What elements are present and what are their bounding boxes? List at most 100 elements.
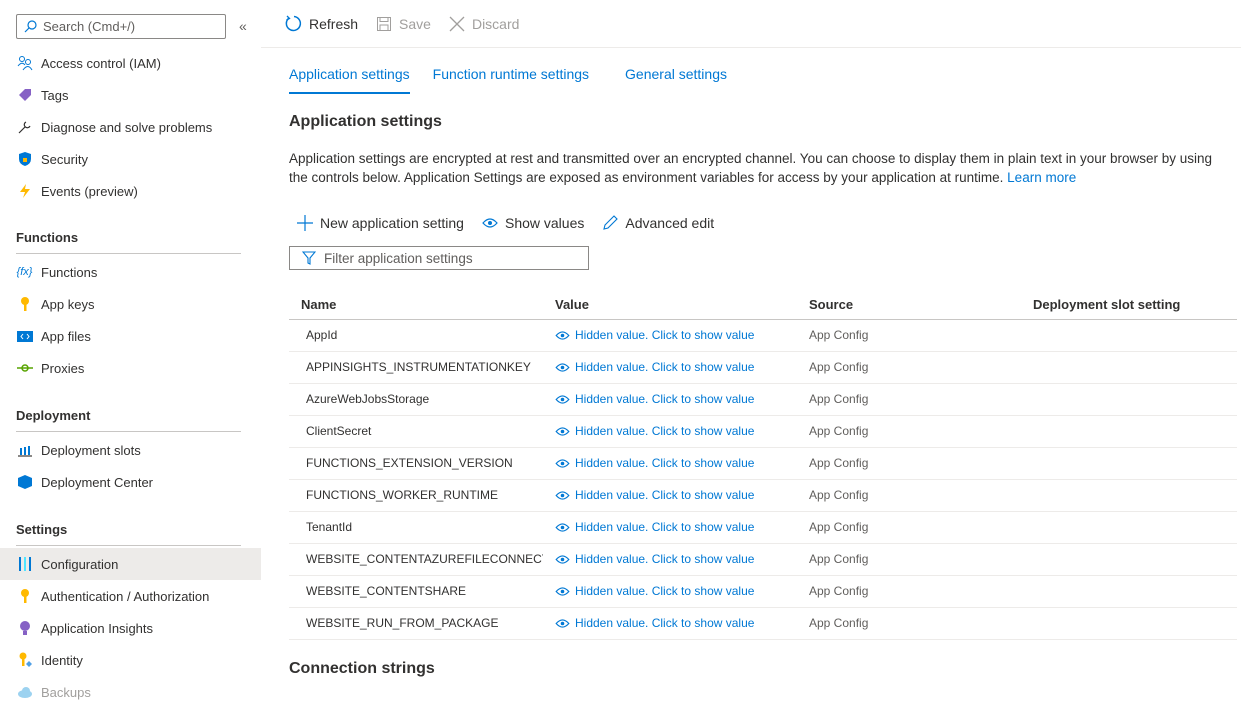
show-value-link[interactable]: Hidden value. Click to show value (555, 488, 797, 502)
table-row[interactable]: ClientSecret Hidden value. Click to show … (289, 415, 1237, 448)
hidden-value-text: Hidden value. Click to show value (575, 584, 755, 598)
setting-name[interactable]: AzureWebJobsStorage (289, 383, 543, 416)
table-row[interactable]: TenantId Hidden value. Click to show valu… (289, 511, 1237, 544)
sidebar-item-diagnose-and-solve-problems[interactable]: Diagnose and solve problems (0, 111, 261, 143)
advanced-edit-button[interactable]: Advanced edit (602, 215, 714, 231)
tab-list: Application settings Function runtime se… (289, 64, 750, 94)
sidebar-item-deployment-slots[interactable]: Deployment slots (0, 434, 261, 466)
table-row[interactable]: AppId Hidden value. Click to show value Ap… (289, 319, 1237, 352)
wrench-icon (16, 119, 33, 136)
show-value-link[interactable]: Hidden value. Click to show value (555, 456, 797, 470)
setting-name[interactable]: ClientSecret (289, 415, 543, 448)
sidebar-item-security[interactable]: Security (0, 143, 261, 175)
sidebar-item-label: Security (41, 151, 88, 167)
filter-input[interactable]: Filter application settings (289, 246, 589, 270)
description: Application settings are encrypted at re… (289, 149, 1219, 187)
setting-name[interactable]: TenantId (289, 511, 543, 544)
column-header-value[interactable]: Value (543, 290, 797, 320)
sidebar-item-events-preview[interactable]: Events (preview) (0, 175, 261, 207)
sidebar-item-tags[interactable]: Tags (0, 79, 261, 111)
setting-name[interactable]: APPINSIGHTS_INSTRUMENTATIONKEY (289, 351, 543, 384)
slot-setting (1021, 575, 1237, 608)
plus-icon (297, 215, 313, 231)
new-setting-button[interactable]: New application setting (297, 215, 464, 231)
sidebar-item-label: Deployment slots (41, 442, 141, 458)
sidebar-item-deployment-center[interactable]: Deployment Center (0, 466, 261, 498)
save-button[interactable]: Save (376, 16, 431, 32)
setting-name[interactable]: FUNCTIONS_EXTENSION_VERSION (289, 447, 543, 480)
setting-name[interactable]: WEBSITE_CONTENTSHARE (289, 575, 543, 608)
table-row[interactable]: WEBSITE_CONTENTSHARE Hidden value. Click … (289, 575, 1237, 608)
sidebar-item-identity[interactable]: Identity (0, 644, 261, 676)
setting-name[interactable]: WEBSITE_RUN_FROM_PACKAGE (289, 607, 543, 640)
setting-source: App Config (797, 447, 1021, 480)
sidebar-item-authentication-authorization[interactable]: Authentication / Authorization (0, 580, 261, 612)
table-row[interactable]: WEBSITE_RUN_FROM_PACKAGE Hidden value. Cl… (289, 607, 1237, 640)
collapse-sidebar-icon[interactable]: « (239, 18, 247, 34)
hidden-value-text: Hidden value. Click to show value (575, 424, 755, 438)
setting-source: App Config (797, 511, 1021, 544)
command-bar: Refresh Save Discard (261, 0, 1241, 48)
show-value-link[interactable]: Hidden value. Click to show value (555, 424, 797, 438)
hidden-value-text: Hidden value. Click to show value (575, 552, 755, 566)
sidebar-item-configuration[interactable]: Configuration (0, 548, 261, 580)
show-value-link[interactable]: Hidden value. Click to show value (555, 392, 797, 406)
refresh-button[interactable]: Refresh (285, 15, 358, 32)
filter-placeholder: Filter application settings (324, 250, 473, 266)
refresh-icon (285, 15, 302, 32)
setting-source: App Config (797, 415, 1021, 448)
setting-name[interactable]: FUNCTIONS_WORKER_RUNTIME (289, 479, 543, 512)
slot-setting (1021, 351, 1237, 384)
sidebar-item-label: Access control (IAM) (41, 55, 161, 71)
sidebar-item-backups[interactable]: Backups (0, 676, 261, 708)
slot-setting (1021, 607, 1237, 640)
table-row[interactable]: FUNCTIONS_EXTENSION_VERSION Hidden value.… (289, 447, 1237, 480)
tab-function-runtime-settings[interactable]: Function runtime settings (433, 64, 589, 94)
table-row[interactable]: FUNCTIONS_WORKER_RUNTIME Hidden value. Cl… (289, 479, 1237, 512)
column-header-name[interactable]: Name (289, 290, 543, 320)
main-content: Refresh Save Discard Application setting… (261, 0, 1241, 692)
sidebar-item-app-keys[interactable]: App keys (0, 288, 261, 320)
eye-icon (555, 426, 570, 436)
sidebar-item-label: Tags (41, 87, 69, 103)
sidebar-item-label: App keys (41, 296, 95, 312)
close-icon (449, 16, 465, 31)
settings-table: Name Value Source Deployment slot settin… (289, 290, 1237, 640)
search-input[interactable]: Search (Cmd+/) (16, 14, 226, 39)
sidebar-item-label: Events (preview) (41, 183, 138, 199)
learn-more-link[interactable]: Learn more (1007, 170, 1076, 185)
sidebar-item-application-insights[interactable]: Application Insights (0, 612, 261, 644)
sidebar-item-functions[interactable]: {fx} Functions (0, 256, 261, 288)
save-label: Save (399, 15, 431, 32)
table-row[interactable]: APPINSIGHTS_INSTRUMENTATIONKEY Hidden val… (289, 351, 1237, 384)
setting-name[interactable]: AppId (289, 319, 543, 352)
show-value-link[interactable]: Hidden value. Click to show value (555, 584, 797, 598)
show-value-link[interactable]: Hidden value. Click to show value (555, 328, 797, 342)
column-header-source[interactable]: Source (797, 290, 1021, 320)
tab-application-settings[interactable]: Application settings (289, 64, 410, 94)
sidebar-item-access-control-iam[interactable]: Access control (IAM) (0, 47, 261, 79)
sidebar-item-app-files[interactable]: App files (0, 320, 261, 352)
lightning-icon (16, 183, 33, 200)
settings-actions: New application setting Show values Adva… (297, 215, 714, 231)
advanced-edit-label: Advanced edit (625, 215, 715, 231)
setting-name[interactable]: WEBSITE_CONTENTAZUREFILECONNECTIONSTRING (289, 543, 543, 576)
show-value-link[interactable]: Hidden value. Click to show value (555, 552, 797, 566)
column-header-slot-setting[interactable]: Deployment slot setting (1021, 290, 1237, 320)
tab-general-settings[interactable]: General settings (625, 64, 727, 94)
table-row[interactable]: WEBSITE_CONTENTAZUREFILECONNECTIONSTRING… (289, 543, 1237, 576)
show-value-link[interactable]: Hidden value. Click to show value (555, 616, 797, 630)
discard-button[interactable]: Discard (449, 16, 519, 32)
setting-source: App Config (797, 383, 1021, 416)
table-row[interactable]: AzureWebJobsStorage Hidden value. Click t… (289, 383, 1237, 416)
show-value-link[interactable]: Hidden value. Click to show value (555, 520, 797, 534)
setting-source: App Config (797, 351, 1021, 384)
sidebar-item-label: Deployment Center (41, 474, 153, 490)
sidebar: Search (Cmd+/) « Access control (IAM) Tag… (0, 0, 261, 700)
connection-strings-title: Connection strings (289, 660, 435, 677)
slot-setting (1021, 511, 1237, 544)
sidebar-item-proxies[interactable]: Proxies (0, 352, 261, 384)
sidebar-item-label: Authentication / Authorization (41, 588, 210, 604)
show-values-button[interactable]: Show values (482, 215, 584, 231)
show-value-link[interactable]: Hidden value. Click to show value (555, 360, 797, 374)
